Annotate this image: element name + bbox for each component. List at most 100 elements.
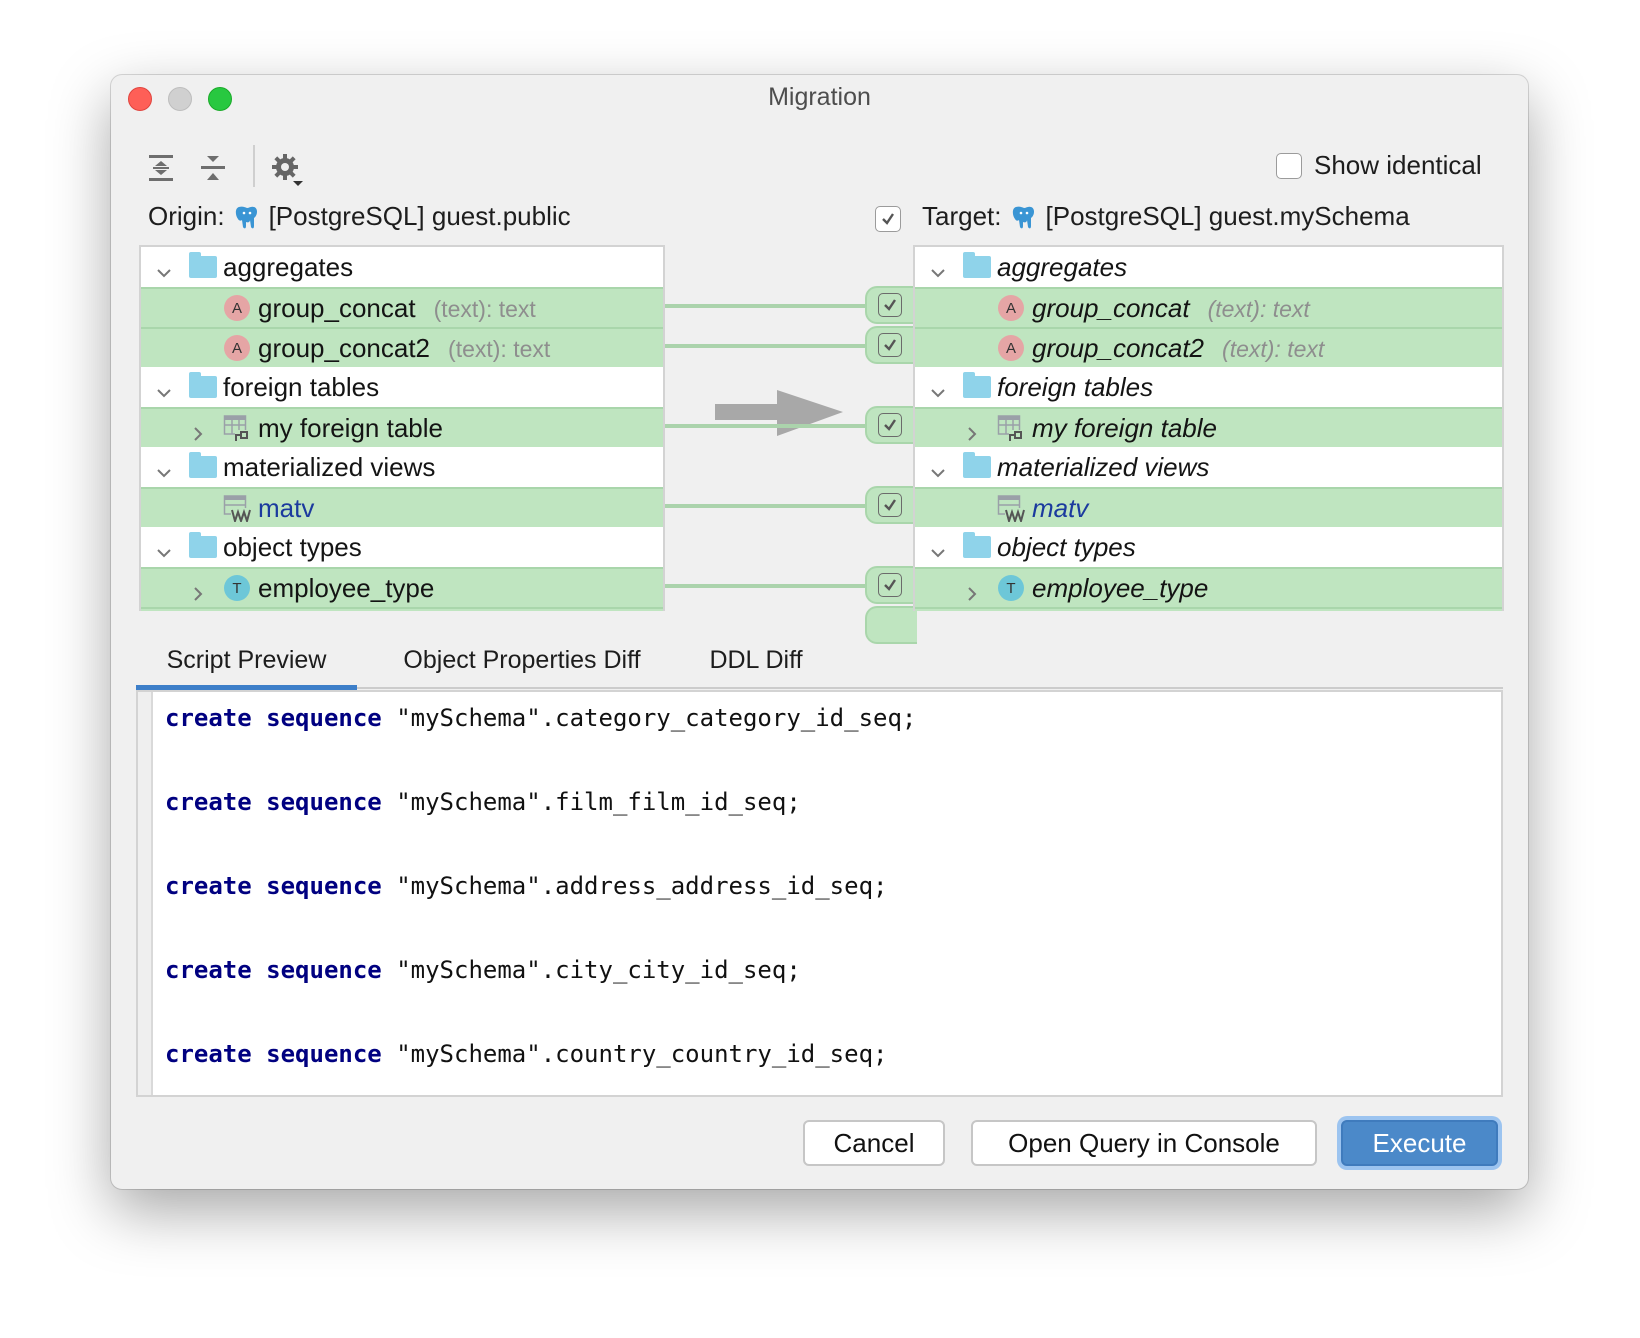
tab-object-properties-diff[interactable]: Object Properties Diff: [374, 635, 670, 685]
target-tree-row[interactable]: matv: [915, 487, 1502, 527]
origin-tree-row[interactable]: foreign tables: [141, 367, 663, 407]
folder-icon: [963, 252, 991, 281]
tree-item-label: matv: [258, 492, 315, 523]
migration-arrow-icon: [715, 390, 843, 436]
include-change-toggle[interactable]: [865, 326, 917, 364]
migration-dialog: Migration Show identical Origin: [Postgr…: [111, 75, 1528, 1189]
origin-tree-row[interactable]: aggregates: [141, 247, 663, 287]
include-change-checkbox[interactable]: [878, 293, 902, 317]
expand-all-icon: [149, 155, 173, 181]
origin-source: [PostgreSQL] guest.public: [268, 201, 571, 231]
tree-item-label: group_concat2 (text): text: [1032, 332, 1325, 363]
tree-item-label: aggregates: [997, 251, 1128, 282]
chevron-right-icon[interactable]: [189, 419, 207, 441]
tree-item-label: my foreign table: [1032, 412, 1217, 443]
include-change-toggle[interactable]: [865, 406, 917, 444]
chevron-down-icon[interactable]: [929, 538, 947, 558]
target-tree-row[interactable]: aggregates: [915, 247, 1502, 287]
chevron-right-icon[interactable]: [963, 579, 981, 601]
diff-connector-line: [665, 424, 867, 428]
chevron-down-icon[interactable]: [155, 458, 173, 478]
sql-keyword: create sequence: [165, 956, 382, 984]
include-change-toggle[interactable]: [865, 566, 917, 604]
target-tree-row[interactable]: foreign tables: [915, 367, 1502, 407]
origin-tree[interactable]: aggregates Agroup_concat (text): text Agrou…: [139, 245, 665, 611]
origin-tree-row-partial[interactable]: [141, 607, 663, 611]
origin-tree-row[interactable]: Agroup_concat (text): text: [141, 287, 663, 327]
show-identical-checkbox[interactable]: [1276, 152, 1302, 179]
script-line: create sequence "mySchema".country_count…: [165, 1040, 887, 1068]
target-tree-row-partial[interactable]: [915, 607, 1502, 611]
sql-statement-body: "mySchema".city_city_id_seq;: [381, 956, 801, 984]
folder-icon: [189, 372, 217, 401]
chevron-down-icon[interactable]: [929, 458, 947, 478]
postgresql-icon: [1012, 206, 1034, 228]
target-tree-row[interactable]: materialized views: [915, 447, 1502, 487]
include-change-checkbox[interactable]: [878, 493, 902, 517]
sql-statement-body: "mySchema".film_film_id_seq;: [381, 788, 801, 816]
object-type-icon: T: [223, 574, 251, 602]
include-change-toggle[interactable]: [865, 286, 917, 324]
tab-ddl-diff[interactable]: DDL Diff: [696, 635, 816, 685]
tree-item-label: aggregates: [223, 251, 354, 282]
chevron-down-icon[interactable]: [155, 378, 173, 398]
tree-item-label: employee_type: [1032, 572, 1209, 603]
tree-item-label: object types: [223, 531, 362, 562]
sql-statement-body: "mySchema".country_country_id_seq;: [381, 1040, 888, 1068]
tree-item-label: foreign tables: [223, 371, 380, 402]
include-change-checkbox[interactable]: [878, 573, 902, 597]
origin-tree-row[interactable]: object types: [141, 527, 663, 567]
chevron-down-icon[interactable]: [929, 258, 947, 278]
script-preview-editor[interactable]: create sequence "mySchema".category_cate…: [136, 690, 1503, 1097]
include-change-toggle[interactable]: [865, 486, 917, 524]
origin-tree-row[interactable]: Agroup_concat2 (text): text: [141, 327, 663, 367]
open-query-in-console-button[interactable]: Open Query in Console: [971, 1120, 1317, 1166]
target-header: Target: [PostgreSQL] guest.mySchema: [922, 201, 1410, 232]
settings-button[interactable]: [271, 153, 303, 186]
target-tree-row[interactable]: my foreign table: [915, 407, 1502, 447]
sql-statement-body: "mySchema".category_category_id_seq;: [381, 704, 917, 732]
chevron-right-icon[interactable]: [963, 419, 981, 441]
cancel-button[interactable]: Cancel: [803, 1120, 945, 1166]
expand-all-button[interactable]: [146, 153, 176, 183]
toolbar-separator: [253, 145, 255, 187]
script-line: create sequence "mySchema".film_film_id_…: [165, 788, 801, 816]
chevron-down-icon[interactable]: [155, 538, 173, 558]
target-tree-row[interactable]: Temployee_type: [915, 567, 1502, 607]
checkmark-icon: [884, 419, 896, 431]
origin-tree-row[interactable]: matv: [141, 487, 663, 527]
include-change-checkbox[interactable]: [878, 413, 902, 437]
checkmark-icon: [884, 299, 896, 311]
chevron-down-icon[interactable]: [929, 378, 947, 398]
tree-item-label: foreign tables: [997, 371, 1154, 402]
diff-connector-line: [665, 584, 867, 588]
tree-item-label: object types: [997, 531, 1136, 562]
target-checkbox[interactable]: [875, 206, 901, 232]
origin-tree-row[interactable]: my foreign table: [141, 407, 663, 447]
include-change-checkbox[interactable]: [878, 333, 902, 357]
origin-tree-row[interactable]: Temployee_type: [141, 567, 663, 607]
show-identical-option[interactable]: Show identical: [1276, 150, 1482, 181]
folder-icon: [189, 452, 217, 481]
origin-tree-row[interactable]: materialized views: [141, 447, 663, 487]
aggregate-icon: A: [223, 334, 251, 362]
chevron-right-icon[interactable]: [189, 579, 207, 601]
tab-script-preview[interactable]: Script Preview: [136, 635, 357, 685]
target-tree-row[interactable]: Agroup_concat2 (text): text: [915, 327, 1502, 367]
folder-icon: [963, 372, 991, 401]
target-tree-row[interactable]: Agroup_concat (text): text: [915, 287, 1502, 327]
tree-item-label: group_concat (text): text: [258, 292, 536, 323]
diff-connector-area: [665, 245, 917, 644]
sql-keyword: create sequence: [165, 704, 382, 732]
execute-button[interactable]: Execute: [1341, 1120, 1498, 1166]
script-line: create sequence "mySchema".address_addre…: [165, 872, 887, 900]
collapse-all-icon: [201, 156, 225, 180]
collapse-all-button[interactable]: [198, 153, 228, 183]
chevron-down-icon[interactable]: [155, 258, 173, 278]
show-identical-label: Show identical: [1314, 150, 1482, 180]
object-type-icon: T: [997, 574, 1025, 602]
gear-icon: [272, 154, 303, 186]
target-tree-row[interactable]: object types: [915, 527, 1502, 567]
materialized-view-icon: [997, 494, 1025, 522]
target-tree[interactable]: aggregates Agroup_concat (text): text Agrou…: [913, 245, 1504, 611]
